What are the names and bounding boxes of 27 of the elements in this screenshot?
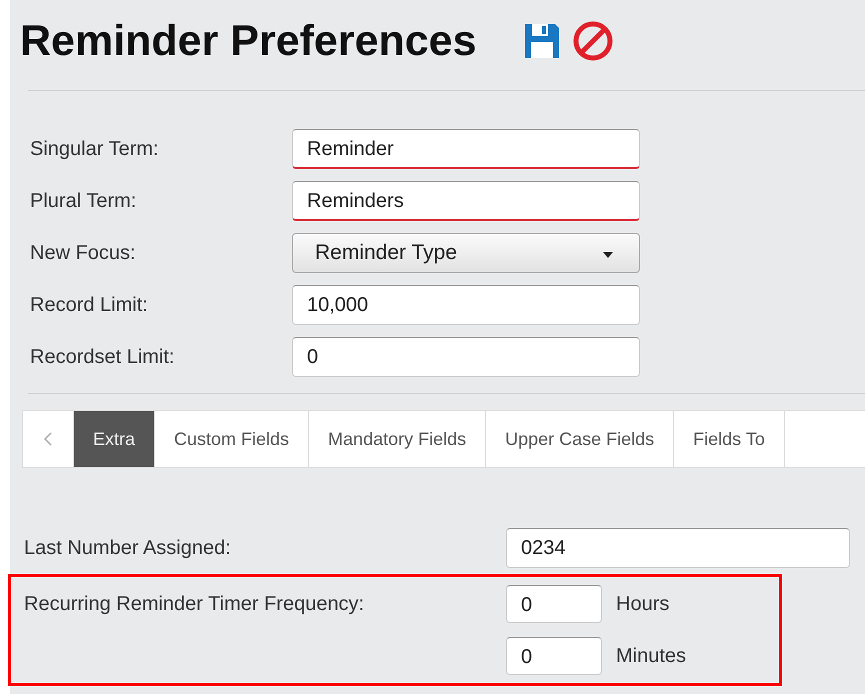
unit-label: Hours (616, 592, 670, 616)
tab[interactable]: Extra (74, 411, 156, 467)
field-label: Recurring Reminder Timer Frequency: (24, 593, 366, 617)
save-icon[interactable] (522, 22, 560, 60)
cancel-icon[interactable] (570, 19, 614, 63)
tab[interactable]: Upper Case Fields (486, 411, 674, 467)
input-field[interactable]: 0 (292, 337, 640, 377)
tab[interactable]: Mandatory Fields (309, 411, 486, 467)
input-field[interactable]: 10,000 (292, 285, 640, 325)
chevron-left-icon (44, 432, 52, 446)
field-label: Plural Term: (30, 190, 138, 212)
field-label: Record Limit: (30, 294, 149, 316)
field-label: Recordset Limit: (30, 346, 176, 368)
field-label: Singular Term: (30, 138, 160, 160)
field-label: New Focus: (30, 242, 137, 264)
field-label: Last Number Assigned: (24, 536, 232, 560)
unit-label: Minutes (616, 644, 686, 668)
caret-icon (603, 252, 613, 258)
input-field[interactable]: 0234 (506, 528, 850, 568)
tab[interactable]: Custom Fields (155, 411, 310, 467)
input-field[interactable]: 0 (506, 637, 602, 675)
input-field[interactable]: 0 (506, 585, 602, 623)
dropdown[interactable]: Reminder Type (292, 233, 640, 273)
page-title: Reminder Preferences (20, 16, 476, 66)
input-field[interactable]: Reminder (292, 129, 640, 169)
tab[interactable]: Fields To (674, 411, 785, 467)
input-field[interactable]: Reminders (292, 181, 640, 221)
